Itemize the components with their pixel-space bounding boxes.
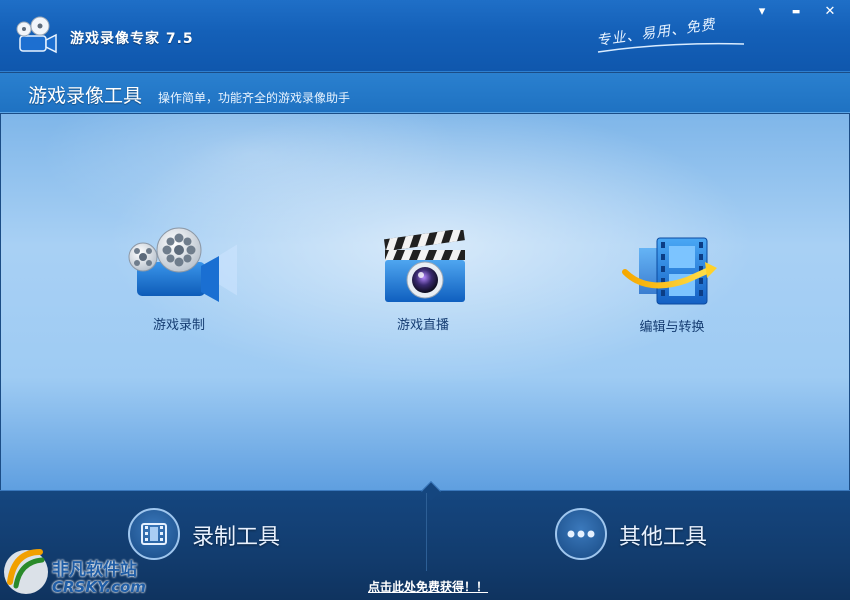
app-title: 游戏录像专家 7.5 [70,31,194,47]
title-bar: 游戏录像专家 7.5 专业、易用、免费 ▾ ▬ ✕ [0,0,850,72]
app-logo-icon [16,16,57,54]
menu-dropdown-button[interactable]: ▾ [748,2,776,22]
record-tools-label: 录制工具 [192,525,281,550]
tool-label: 编辑与转换 [639,320,705,335]
tool-label: 游戏录制 [152,318,205,333]
other-tools-button[interactable]: 其他工具 [555,505,755,565]
section-description: 操作简单，功能齐全的游戏录像助手 [158,91,351,105]
watermark-line2: CRSKY.com [52,578,146,596]
tool-label: 游戏直播 [396,318,449,333]
film-camera-icon [128,227,241,302]
section-header: 游戏录像工具 操作简单，功能齐全的游戏录像助手 [0,73,850,113]
game-record-tool[interactable]: 游戏录制 [121,226,241,333]
watermark-line1: 非凡软件站 [52,560,137,580]
close-button[interactable]: ✕ [816,2,844,22]
slogan-swoosh [597,42,745,53]
film-convert-icon [622,237,717,305]
minimize-button[interactable]: ▬ [782,2,810,22]
game-live-tool[interactable]: 游戏直播 [373,228,473,333]
main-panel: 游戏录制 游戏直播 编辑与转换 [1,114,849,490]
bottom-divider [426,493,427,571]
more-dots-icon [555,508,607,560]
edit-convert-tool[interactable]: 编辑与转换 [617,236,727,335]
free-get-link[interactable]: 点击此处免费获得！！ [368,578,488,595]
clapperboard-camera-icon [383,228,465,302]
other-tools-label: 其他工具 [619,525,708,550]
section-title: 游戏录像工具 [28,85,143,107]
